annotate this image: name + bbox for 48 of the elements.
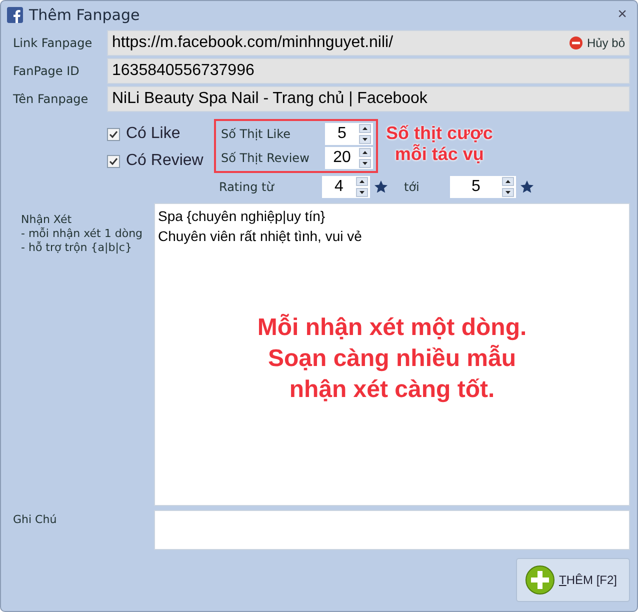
facebook-icon: [7, 7, 23, 23]
cancel-button[interactable]: Hủy bỏ: [568, 36, 625, 50]
field-value: https://m.facebook.com/minhnguyet.nili/: [112, 34, 394, 52]
rating-label: Rating từ: [219, 180, 276, 194]
checkbox-label: Có Like: [126, 125, 180, 143]
comment-line: Spa {chuyên nghiệp|uy tín}: [158, 207, 326, 226]
field-label: Tên Fanpage: [13, 92, 90, 106]
star-icon: [520, 180, 534, 194]
spin-down-icon[interactable]: [359, 159, 371, 168]
plus-icon: [525, 565, 555, 595]
checkbox[interactable]: [107, 128, 120, 140]
spin-down-icon[interactable]: [502, 188, 514, 197]
hint-text: - mỗi nhận xét 1 dòng: [21, 227, 144, 241]
field-value: NiLi Beauty Spa Nail - Trang chủ | Facebook: [112, 90, 428, 108]
checkbox-label: Có Review: [126, 152, 204, 170]
field-value: 1635840556737996: [112, 62, 256, 80]
note-field[interactable]: [154, 510, 630, 550]
spin-up-icon[interactable]: [356, 177, 368, 186]
star-icon: [374, 180, 388, 194]
number-spinner[interactable]: 5: [450, 176, 516, 198]
rating-label: tới: [404, 180, 420, 194]
field-label: Link Fanpage: [13, 36, 94, 50]
note-label: Ghi Chú: [13, 512, 58, 528]
number-spinner[interactable]: 5: [325, 123, 373, 145]
text-field[interactable]: 1635840556737996: [107, 58, 630, 84]
comments-label: Nhận Xét: [21, 213, 73, 227]
annotation-text: Số thịt cược mỗi tác vụ: [386, 123, 493, 165]
annotation-text: Mỗi nhận xét một dòng. Soạn càng nhiều mẫu nhận xét càng tốt.: [256, 312, 528, 405]
text-field[interactable]: https://m.facebook.com/minhnguyet.nili/ Hủy bỏ: [107, 30, 630, 56]
text-field[interactable]: NiLi Beauty Spa Nail - Trang chủ | Facebook: [107, 86, 630, 112]
spin-down-icon[interactable]: [359, 135, 371, 144]
spin-up-icon[interactable]: [359, 148, 371, 157]
number-spinner[interactable]: 20: [325, 147, 373, 169]
spin-down-icon[interactable]: [356, 188, 368, 197]
add-button[interactable]: THÊM [F2]: [516, 558, 630, 602]
checkbox[interactable]: [107, 154, 120, 168]
stop-icon: [568, 36, 583, 50]
count-label: Số Thịt Like: [221, 127, 290, 141]
close-button[interactable]: ×: [614, 6, 631, 24]
comments-textarea[interactable]: Spa {chuyên nghiệp|uy tín} Chuyên viên rất nhiệt tình, vui vẻ Mỗi nhận xét một dòng. Soạn càng nhiều mẫu nhận xét càng tốt.: [154, 203, 630, 506]
spin-up-icon[interactable]: [359, 124, 371, 133]
spin-up-icon[interactable]: [502, 177, 514, 186]
field-label: FanPage ID: [13, 64, 80, 78]
comment-line: Chuyên viên rất nhiệt tình, vui vẻ: [158, 227, 363, 246]
count-label: Số Thịt Review: [221, 151, 310, 165]
hint-text: - hỗ trợ trộn {a|b|c}: [21, 241, 133, 255]
number-spinner[interactable]: 4: [322, 176, 370, 198]
window-title: Thêm Fanpage: [29, 6, 141, 24]
